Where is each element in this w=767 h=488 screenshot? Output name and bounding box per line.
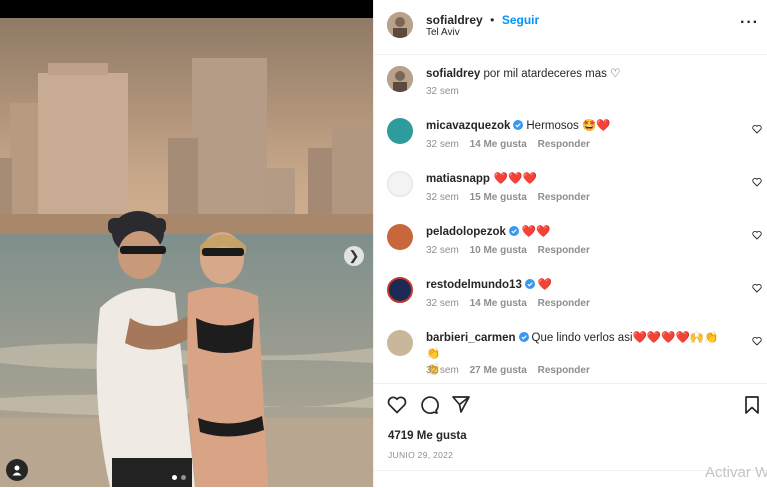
reply-button[interactable]: Responder [538,139,590,150]
reply-button[interactable]: Responder [538,192,590,203]
comment-username[interactable]: restodelmundo13 [426,279,522,291]
comment-like-heart-icon[interactable] [752,336,762,346]
carousel-dots [172,475,186,480]
comment-username[interactable]: micavazquezok [426,120,510,132]
verified-icon [513,120,524,130]
comment-likes[interactable]: 14 Me gusta [470,298,527,309]
comment-time[interactable]: 32 sem [426,192,459,203]
activation-watermark: Activar W [705,464,767,481]
author-username[interactable]: sofialdrey [426,13,483,27]
separator-dot: • [490,13,495,27]
comment-avatar[interactable] [387,171,413,197]
verified-icon [518,332,529,342]
comment-text: ❤️ [537,279,553,291]
comment-like-heart-icon[interactable] [752,283,762,293]
comment-avatar[interactable] [387,118,413,144]
comment-like-heart-icon[interactable] [752,177,762,187]
comment-time[interactable]: 32 sem [426,139,459,150]
bookmark-icon[interactable] [744,395,760,415]
comment-avatar[interactable] [387,277,413,303]
comment-meta: 32 sem 15 Me gusta Responder [426,192,590,203]
caption: sofialdrey por mil atardeceres mas ♡ [426,66,620,82]
comment-meta: 32 sem 14 Me gusta Responder [426,139,590,150]
comment: matiasnapp ❤️❤️❤️ [426,171,537,187]
post-details-pane: sofialdrey • Seguir Tel Aviv ··· sofiald… [373,0,767,487]
likes-count[interactable]: 4719 Me gusta [388,430,467,442]
comment-text: ❤️❤️❤️ [493,173,537,185]
comment-text: ❤️❤️ [521,226,551,238]
author-avatar[interactable] [387,12,413,38]
comment-avatar[interactable] [387,330,413,356]
comment-likes[interactable]: 15 Me gusta [470,192,527,203]
comment-meta: 32 sem 27 Me gusta Responder [426,365,590,376]
carousel-dot [172,475,177,480]
caption-time[interactable]: 32 sem [426,86,459,97]
more-icon[interactable]: ··· [740,14,759,32]
comment-text: Hermosos 🤩❤️ [526,120,611,132]
chevron-right-icon: ❯ [348,248,360,263]
comment: peladolopezok ❤️❤️ [426,224,551,240]
comment-like-heart-icon[interactable] [752,230,762,240]
post-photo-pane: ❯ [0,0,373,487]
photo-top-bar [0,0,373,18]
share-icon[interactable] [451,395,471,414]
post-photo[interactable] [0,18,373,487]
comment-time[interactable]: 32 sem [426,365,459,376]
caption-username[interactable]: sofialdrey [426,68,480,80]
reply-button[interactable]: Responder [538,365,590,376]
comment-like-heart-icon[interactable] [752,124,762,134]
comment-username[interactable]: barbieri_carmen [426,332,516,344]
comment-username[interactable]: matiasnapp [426,173,490,185]
comment: micavazquezok Hermosos 🤩❤️ [426,118,611,134]
reply-button[interactable]: Responder [538,298,590,309]
comment-username[interactable]: peladolopezok [426,226,506,238]
post-header: sofialdrey • Seguir Tel Aviv ··· [374,0,767,55]
comment-meta: 32 sem 14 Me gusta Responder [426,298,590,309]
comment: restodelmundo13 ❤️ [426,277,552,293]
post-location[interactable]: Tel Aviv [426,27,460,38]
heart-icon[interactable] [387,395,407,414]
comment-time[interactable]: 32 sem [426,298,459,309]
reply-button[interactable]: Responder [538,245,590,256]
verified-icon [524,279,535,289]
post-date: JUNIO 29, 2022 [388,450,454,460]
user-tag-icon [12,465,22,476]
comment-icon[interactable] [419,395,439,415]
comment-likes[interactable]: 14 Me gusta [470,139,527,150]
carousel-dot [181,475,186,480]
comment-avatar[interactable] [387,224,413,250]
next-photo-button[interactable]: ❯ [344,246,364,266]
comment-time[interactable]: 32 sem [426,245,459,256]
comment-meta: 32 sem 10 Me gusta Responder [426,245,590,256]
comment-likes[interactable]: 27 Me gusta [470,365,527,376]
caption-avatar[interactable] [387,66,413,92]
comment-likes[interactable]: 10 Me gusta [470,245,527,256]
verified-icon [508,226,519,236]
user-tag-button[interactable] [6,459,28,481]
follow-button[interactable]: Seguir [502,13,539,27]
caption-text: por mil atardeceres mas ♡ [483,68,621,80]
